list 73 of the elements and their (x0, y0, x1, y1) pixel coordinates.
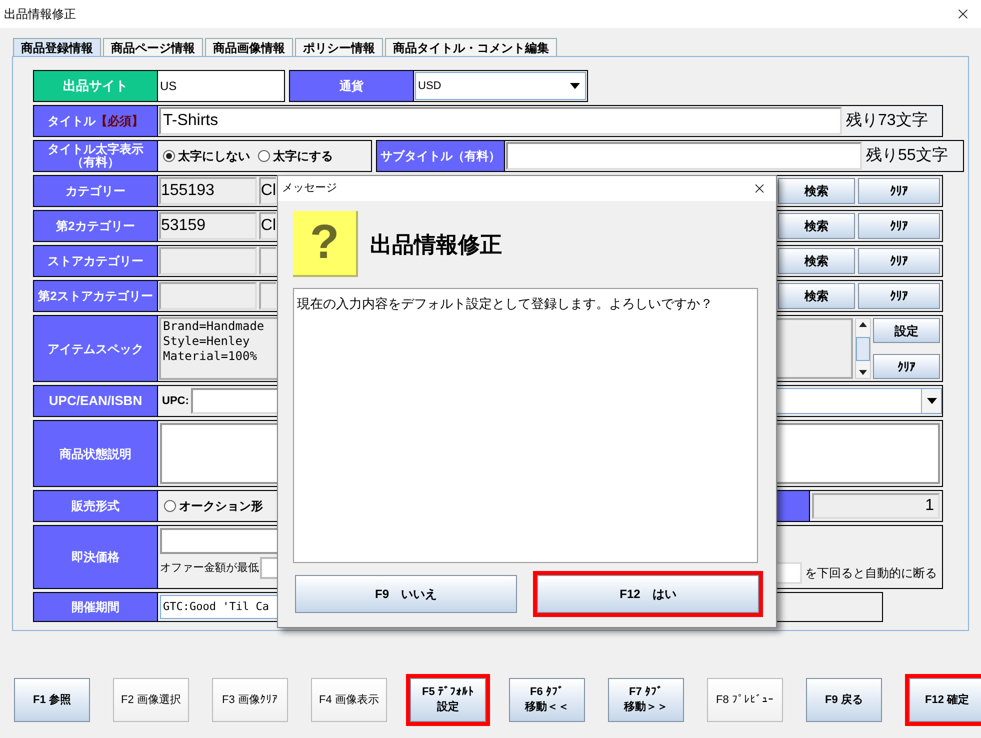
category-id-field[interactable] (159, 282, 257, 310)
field-label: 即決価格 (34, 526, 158, 588)
offer-text: オファー金額が最低 (160, 560, 259, 576)
function-button[interactable]: F7 ﾀﾌﾞ 移動＞＞ (608, 678, 684, 722)
function-button[interactable]: F1 参照 (14, 678, 90, 722)
clear-button[interactable]: ｸﾘｱ (858, 283, 940, 309)
tab[interactable]: ポリシー情報 (295, 38, 383, 56)
tab[interactable]: 商品登録情報 (13, 38, 101, 56)
settings-button[interactable]: 設定 (873, 318, 940, 343)
category-name-field[interactable] (259, 247, 276, 275)
price-field[interactable] (160, 528, 277, 554)
field-label: アイテムスペック (34, 316, 158, 381)
item-spec-textarea[interactable]: Brand=Handmade Style=Henley Material=100% (159, 317, 278, 380)
field-label: 商品状態説明 (34, 421, 158, 486)
radio-label: 太字にする (273, 148, 333, 165)
function-button[interactable]: F6 ﾀﾌﾞ 移動＜＜ (509, 678, 585, 722)
search-button[interactable]: 検索 (778, 283, 855, 309)
category-id-field[interactable] (159, 247, 257, 275)
subtitle-field[interactable] (506, 142, 862, 170)
category-name-field[interactable] (259, 282, 276, 310)
clear-button[interactable]: ｸﾘｱ (858, 178, 940, 204)
radio-label: 太字にしない (178, 148, 250, 165)
scrollbar[interactable] (855, 318, 871, 379)
search-button[interactable]: 検索 (778, 178, 855, 204)
category-name-field[interactable]: Cl (258, 212, 276, 240)
window-title: 出品情報修正 (4, 6, 76, 23)
message-text-area: 現在の入力内容をデフォルト設定として登録します。よろしいですか？ (293, 288, 758, 563)
condition-textarea[interactable] (776, 423, 940, 484)
clear-button[interactable]: ｸﾘｱ (858, 213, 940, 239)
function-button[interactable]: F9 戻る (806, 678, 882, 722)
function-button[interactable]: F12 確定 (909, 678, 981, 722)
category-name-field[interactable]: Cl (258, 177, 276, 205)
radio-button[interactable] (163, 150, 175, 162)
upc-field[interactable] (190, 388, 277, 414)
dialog-title: メッセージ (282, 181, 337, 196)
title-field[interactable]: T-Shirts (159, 107, 842, 135)
arrow-down-icon[interactable] (859, 370, 867, 375)
condition-textarea[interactable] (160, 423, 277, 484)
currency-dropdown[interactable]: USD (415, 72, 586, 100)
arrow-up-icon[interactable] (859, 322, 867, 327)
field-label: 第2カテゴリー (34, 211, 158, 241)
field-label: タイトル太字表示（有料） (34, 141, 158, 171)
offer-field[interactable] (260, 557, 277, 579)
field-label: 通貨 (290, 71, 414, 101)
clear-button[interactable]: ｸﾘｱ (858, 248, 940, 274)
field-label: カテゴリー (34, 176, 158, 206)
clear-button[interactable]: ｸﾘｱ (873, 354, 940, 379)
category-id-field[interactable]: 155193 (159, 177, 257, 205)
field-label: 販売形式 (34, 491, 158, 521)
radio-button[interactable] (164, 500, 176, 512)
search-button[interactable]: 検索 (778, 213, 855, 239)
upc-label: UPC: (162, 394, 189, 409)
radio-label: オークション形 (179, 498, 263, 515)
tab[interactable]: 商品ページ情報 (103, 38, 203, 56)
dialog-heading: 出品情報修正 (370, 230, 502, 258)
category-id-field[interactable]: 53159 (159, 212, 257, 240)
field-label: UPC/EAN/ISBN (34, 386, 158, 416)
scrollbar-thumb[interactable] (856, 336, 870, 360)
caret-down-icon[interactable] (926, 398, 936, 404)
caret-down-icon[interactable] (570, 83, 580, 89)
field-label: 第2ストアカテゴリー (34, 281, 158, 311)
field-label: サブタイトル（有料） (377, 141, 505, 171)
question-icon: ? (293, 211, 358, 277)
function-button[interactable]: F5 ﾃﾞﾌｫﾙﾄ 設定 (410, 678, 486, 722)
radio-button[interactable] (258, 150, 270, 162)
offer-text: を下回ると自動的に断る (805, 565, 937, 582)
tab[interactable]: 商品タイトル・コメント編集 (385, 38, 557, 56)
field-label: タイトル【必須】 (34, 106, 158, 136)
offer-field[interactable] (776, 562, 802, 584)
search-button[interactable]: 検索 (778, 248, 855, 274)
quantity-field[interactable]: 1 (812, 493, 940, 519)
field-label: ストアカテゴリー (34, 246, 158, 276)
tab[interactable]: 商品画像情報 (205, 38, 293, 56)
